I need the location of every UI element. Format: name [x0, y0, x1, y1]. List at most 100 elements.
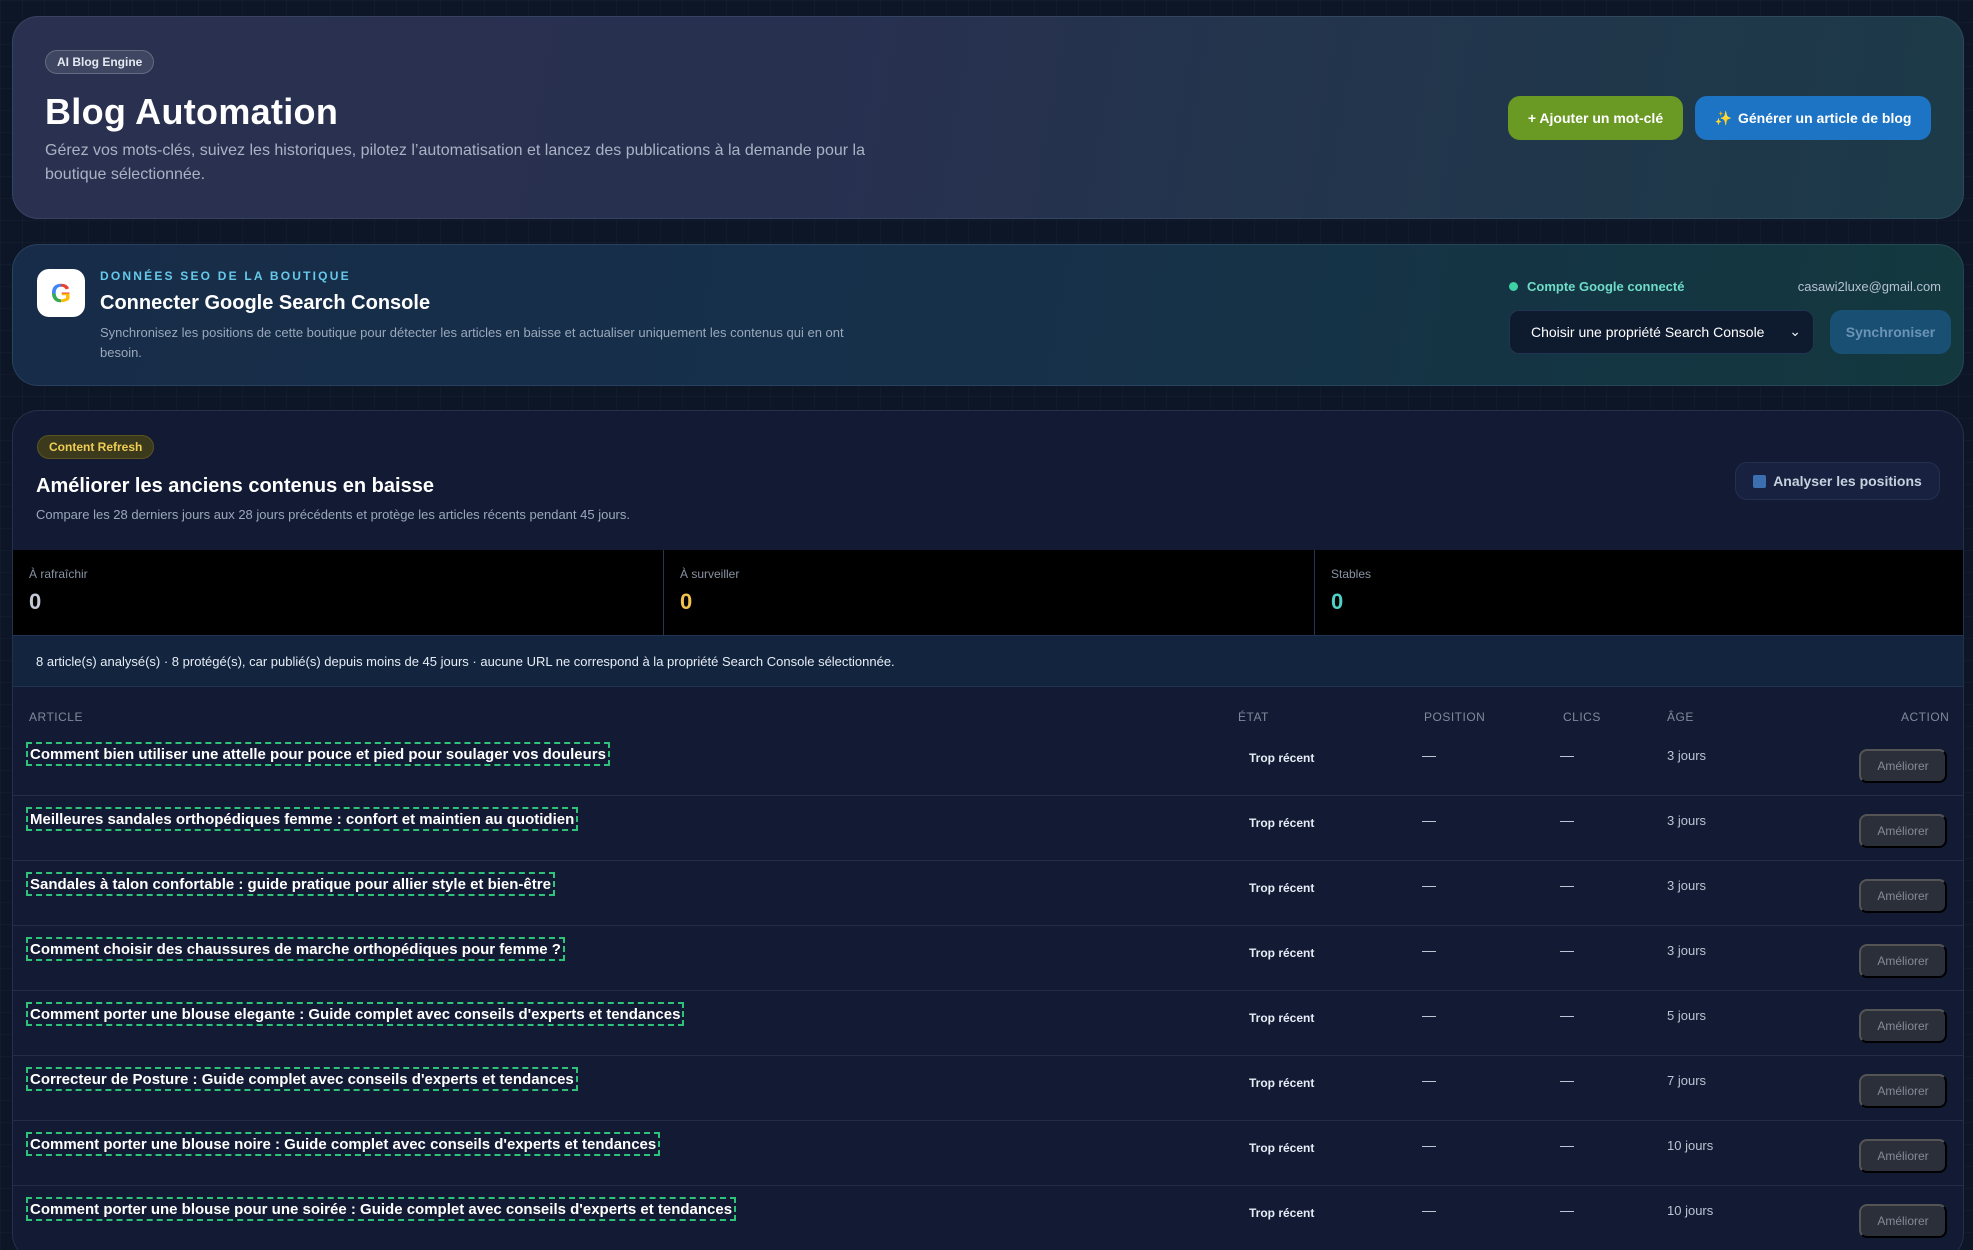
connection-label: Compte Google connecté — [1527, 279, 1685, 294]
col-clicks: CLICS — [1563, 710, 1601, 724]
analyze-positions-button[interactable]: Analyser les positions — [1735, 462, 1940, 500]
sparkles-icon: ✨ — [1714, 109, 1732, 126]
stat-label: À surveiller — [680, 567, 740, 581]
analyze-positions-label: Analyser les positions — [1773, 473, 1922, 489]
improve-button[interactable]: Améliorer — [1859, 1204, 1947, 1238]
stat-value: 0 — [680, 589, 693, 614]
improve-button[interactable]: Améliorer — [1859, 1139, 1947, 1173]
col-article: ARTICLE — [29, 710, 83, 724]
position-value: — — [1422, 942, 1436, 958]
status-dot-icon — [1509, 282, 1518, 291]
table-row: Correcteur de Posture : Guide complet av… — [13, 1056, 1963, 1121]
clicks-value: — — [1560, 1137, 1574, 1153]
stat-value: 0 — [29, 589, 42, 614]
article-link[interactable]: Comment porter une blouse noire : Guide … — [26, 1132, 661, 1156]
refresh-description: Compare les 28 derniers jours aux 28 jou… — [36, 507, 630, 522]
age-value: 3 jours — [1667, 813, 1707, 828]
gsc-description: Synchronisez les positions de cette bout… — [100, 325, 844, 360]
engine-badge: AI Blog Engine — [45, 50, 155, 74]
generate-article-button[interactable]: ✨ Générer un article de blog — [1695, 96, 1931, 140]
col-state: ÉTAT — [1238, 710, 1269, 724]
search-console-card: G DONNÉES SEO DE LA BOUTIQUE Connecter G… — [12, 244, 1964, 386]
connection-status: Compte Google connecté — [1509, 279, 1684, 294]
clicks-value: — — [1560, 1072, 1574, 1088]
article-link[interactable]: Meilleures sandales orthopédiques femme … — [26, 807, 579, 831]
table-row: Meilleures sandales orthopédiques femme … — [13, 796, 1963, 861]
age-value: 3 jours — [1667, 878, 1707, 893]
stat-value: 0 — [1331, 589, 1344, 614]
position-value: — — [1422, 1137, 1436, 1153]
position-value: — — [1422, 1007, 1436, 1023]
state-badge: Trop récent — [1249, 751, 1315, 765]
age-value: 10 jours — [1667, 1138, 1714, 1153]
col-action: ACTION — [1901, 710, 1950, 724]
article-link[interactable]: Comment choisir des chaussures de marche… — [26, 937, 565, 961]
analysis-info-banner: 8 article(s) analysé(s) · 8 protégé(s), … — [13, 635, 1963, 687]
stats-row: À rafraîchir 0 À surveiller 0 Stables 0 — [13, 550, 1963, 635]
col-age: ÂGE — [1667, 710, 1694, 724]
table-header: ARTICLE ÉTAT POSITION CLICS ÂGE ACTION — [13, 703, 1963, 731]
stat-label: À rafraîchir — [29, 567, 88, 581]
article-link[interactable]: Comment porter une blouse pour une soiré… — [26, 1197, 737, 1221]
improve-button[interactable]: Améliorer — [1859, 1074, 1947, 1108]
google-logo-icon: G — [37, 269, 85, 317]
article-link[interactable]: Sandales à talon confortable : guide pra… — [26, 872, 555, 896]
table-row: Sandales à talon confortable : guide pra… — [13, 861, 1963, 926]
page-description: Gérez vos mots-clés, suivez les historiq… — [45, 142, 865, 183]
generate-article-label: Générer un article de blog — [1737, 110, 1912, 126]
state-badge: Trop récent — [1249, 1011, 1315, 1025]
content-refresh-card: Content Refresh Améliorer les anciens co… — [12, 410, 1964, 1250]
position-value: — — [1422, 1072, 1436, 1088]
add-keyword-button[interactable]: + Ajouter un mot-clé — [1508, 96, 1683, 140]
stat-to-refresh: À rafraîchir 0 — [13, 550, 664, 635]
sync-button[interactable]: Synchroniser — [1830, 310, 1951, 354]
age-value: 5 jours — [1667, 1008, 1707, 1023]
content-refresh-badge: Content Refresh — [37, 435, 155, 459]
state-badge: Trop récent — [1249, 1141, 1315, 1155]
refresh-title: Améliorer les anciens contenus en baisse — [36, 475, 434, 497]
age-value: 3 jours — [1667, 943, 1707, 958]
state-badge: Trop récent — [1249, 946, 1315, 960]
hero-card: AI Blog Engine Blog Automation Gérez vos… — [12, 16, 1964, 219]
age-value: 7 jours — [1667, 1073, 1707, 1088]
state-badge: Trop récent — [1249, 881, 1315, 895]
table-row: Comment porter une blouse elegante : Gui… — [13, 991, 1963, 1056]
state-badge: Trop récent — [1249, 816, 1315, 830]
state-badge: Trop récent — [1249, 1206, 1315, 1220]
article-link[interactable]: Comment bien utiliser une attelle pour p… — [26, 742, 610, 766]
state-badge: Trop récent — [1249, 1076, 1315, 1090]
clicks-value: — — [1560, 747, 1574, 763]
clicks-value: — — [1560, 942, 1574, 958]
improve-button[interactable]: Améliorer — [1859, 749, 1947, 783]
chevron-down-icon: ⌄ — [1789, 323, 1801, 339]
page-title: Blog Automation — [45, 91, 339, 132]
stat-to-watch: À surveiller 0 — [664, 550, 1315, 635]
stat-label: Stables — [1331, 567, 1372, 581]
article-link[interactable]: Correcteur de Posture : Guide complet av… — [26, 1067, 578, 1091]
col-position: POSITION — [1424, 710, 1486, 724]
improve-button[interactable]: Améliorer — [1859, 944, 1947, 978]
article-link[interactable]: Comment porter une blouse elegante : Gui… — [26, 1002, 685, 1026]
clicks-value: — — [1560, 1007, 1574, 1023]
age-value: 3 jours — [1667, 748, 1707, 763]
table-row: Comment choisir des chaussures de marche… — [13, 926, 1963, 991]
table-row: Comment bien utiliser une attelle pour p… — [13, 731, 1963, 796]
stat-stable: Stables 0 — [1315, 550, 1963, 635]
property-select[interactable]: Choisir une propriété Search Console ⌄ — [1509, 310, 1814, 354]
position-value: — — [1422, 877, 1436, 893]
position-value: — — [1422, 747, 1436, 763]
chart-icon — [1753, 474, 1767, 488]
improve-button[interactable]: Améliorer — [1859, 879, 1947, 913]
table-row: Comment porter une blouse noire : Guide … — [13, 1121, 1963, 1186]
seo-kicker: DONNÉES SEO DE LA BOUTIQUE — [100, 269, 351, 283]
improve-button[interactable]: Améliorer — [1859, 814, 1947, 848]
table-row: Comment porter une blouse pour une soiré… — [13, 1186, 1963, 1250]
account-email: casawi2luxe@gmail.com — [1797, 279, 1941, 294]
age-value: 10 jours — [1667, 1203, 1714, 1218]
position-value: — — [1422, 812, 1436, 828]
property-select-value: Choisir une propriété Search Console — [1531, 324, 1765, 340]
position-value: — — [1422, 1202, 1436, 1218]
clicks-value: — — [1560, 877, 1574, 893]
improve-button[interactable]: Améliorer — [1859, 1009, 1947, 1043]
clicks-value: — — [1560, 1202, 1574, 1218]
